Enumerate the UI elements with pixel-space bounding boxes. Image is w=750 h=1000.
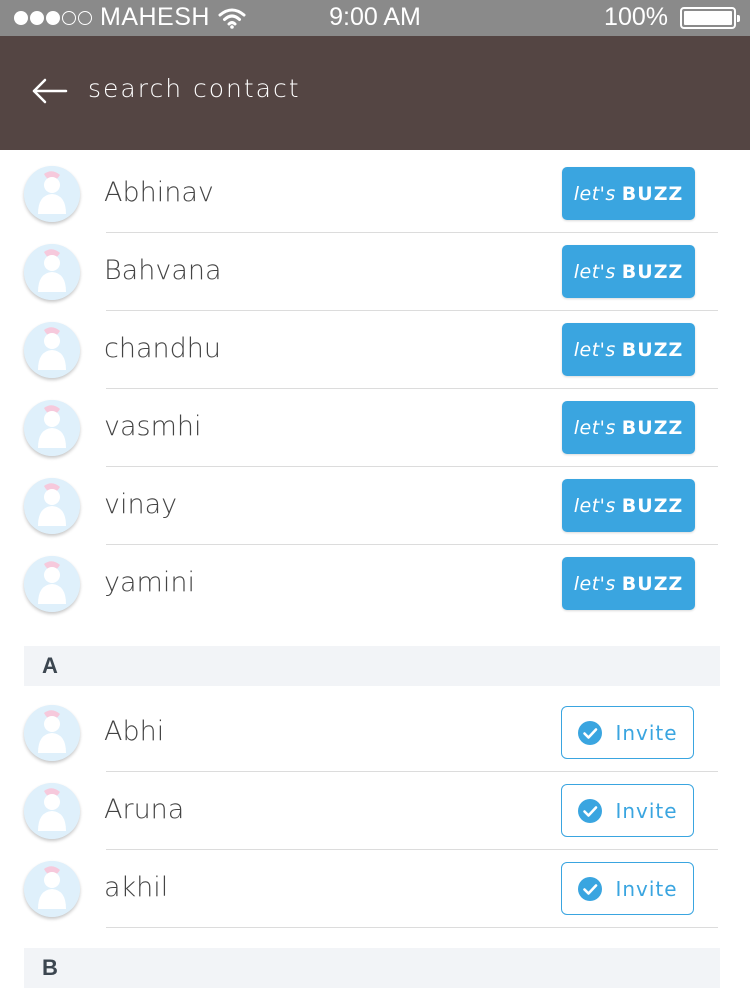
buzz-prefix: let's <box>573 182 616 205</box>
contact-row: yamini let's BUZZ <box>0 545 750 623</box>
invite-label: Invite <box>615 798 678 823</box>
contact-row: Bahvana let's BUZZ <box>0 233 750 311</box>
invite-button[interactable]: Invite <box>561 706 694 759</box>
back-button[interactable] <box>30 76 70 106</box>
row-divider <box>106 927 718 928</box>
contact-name: akhil <box>104 872 169 903</box>
buzz-label: BUZZ <box>621 260 684 283</box>
contact-row: chandhu let's BUZZ <box>0 311 750 389</box>
section-header: B <box>24 948 720 988</box>
avatar[interactable] <box>24 861 80 917</box>
invite-button[interactable]: Invite <box>561 862 694 915</box>
buzz-prefix: let's <box>573 338 616 361</box>
contact-name: Aruna <box>104 794 185 825</box>
search-contact-input[interactable]: search contact <box>88 74 301 103</box>
contact-row: Abhinav let's BUZZ <box>0 155 750 233</box>
contact-row: Abhi Invite <box>0 694 750 772</box>
contact-name: Abhinav <box>104 177 214 208</box>
lets-buzz-button[interactable]: let's BUZZ <box>562 401 695 454</box>
buzz-prefix: let's <box>573 260 616 283</box>
status-bar: MAHESH 9:00 AM 100% <box>0 0 750 36</box>
check-circle-icon <box>578 798 603 823</box>
lets-buzz-button[interactable]: let's BUZZ <box>562 167 695 220</box>
contact-row: akhil Invite <box>0 850 750 928</box>
avatar[interactable] <box>24 322 80 378</box>
buzz-label: BUZZ <box>621 494 684 517</box>
battery-fill <box>684 10 732 25</box>
contact-row: Aruna Invite <box>0 772 750 850</box>
contact-name: vasmhi <box>104 411 202 442</box>
avatar[interactable] <box>24 244 80 300</box>
avatar[interactable] <box>24 705 80 761</box>
avatar[interactable] <box>24 556 80 612</box>
invite-button[interactable]: Invite <box>561 784 694 837</box>
battery-icon <box>680 6 740 29</box>
buzz-label: BUZZ <box>621 182 684 205</box>
avatar[interactable] <box>24 783 80 839</box>
lets-buzz-button[interactable]: let's BUZZ <box>562 557 695 610</box>
invite-label: Invite <box>615 720 678 745</box>
check-circle-icon <box>578 876 603 901</box>
contact-name: Bahvana <box>104 255 222 286</box>
contact-name: vinay <box>104 489 178 520</box>
status-right: 100% <box>604 3 740 32</box>
battery-tip <box>737 14 740 22</box>
buzz-label: BUZZ <box>621 572 684 595</box>
lets-buzz-button[interactable]: let's BUZZ <box>562 479 695 532</box>
section-header: A <box>24 646 720 686</box>
app-header: search contact <box>0 36 750 150</box>
contact-row: vasmhi let's BUZZ <box>0 389 750 467</box>
avatar[interactable] <box>24 166 80 222</box>
invite-label: Invite <box>615 876 678 901</box>
avatar[interactable] <box>24 478 80 534</box>
check-circle-icon <box>578 720 603 745</box>
buzz-label: BUZZ <box>621 416 684 439</box>
buzz-label: BUZZ <box>621 338 684 361</box>
contact-name: yamini <box>104 567 195 598</box>
buzz-prefix: let's <box>573 572 616 595</box>
arrow-left-icon <box>32 78 68 104</box>
contact-name: Abhi <box>104 716 165 747</box>
battery-percent: 100% <box>604 3 668 31</box>
buzz-prefix: let's <box>573 494 616 517</box>
buzz-prefix: let's <box>573 416 616 439</box>
avatar[interactable] <box>24 400 80 456</box>
contact-row: vinay let's BUZZ <box>0 467 750 545</box>
lets-buzz-button[interactable]: let's BUZZ <box>562 323 695 376</box>
contact-name: chandhu <box>104 333 221 364</box>
lets-buzz-button[interactable]: let's BUZZ <box>562 245 695 298</box>
